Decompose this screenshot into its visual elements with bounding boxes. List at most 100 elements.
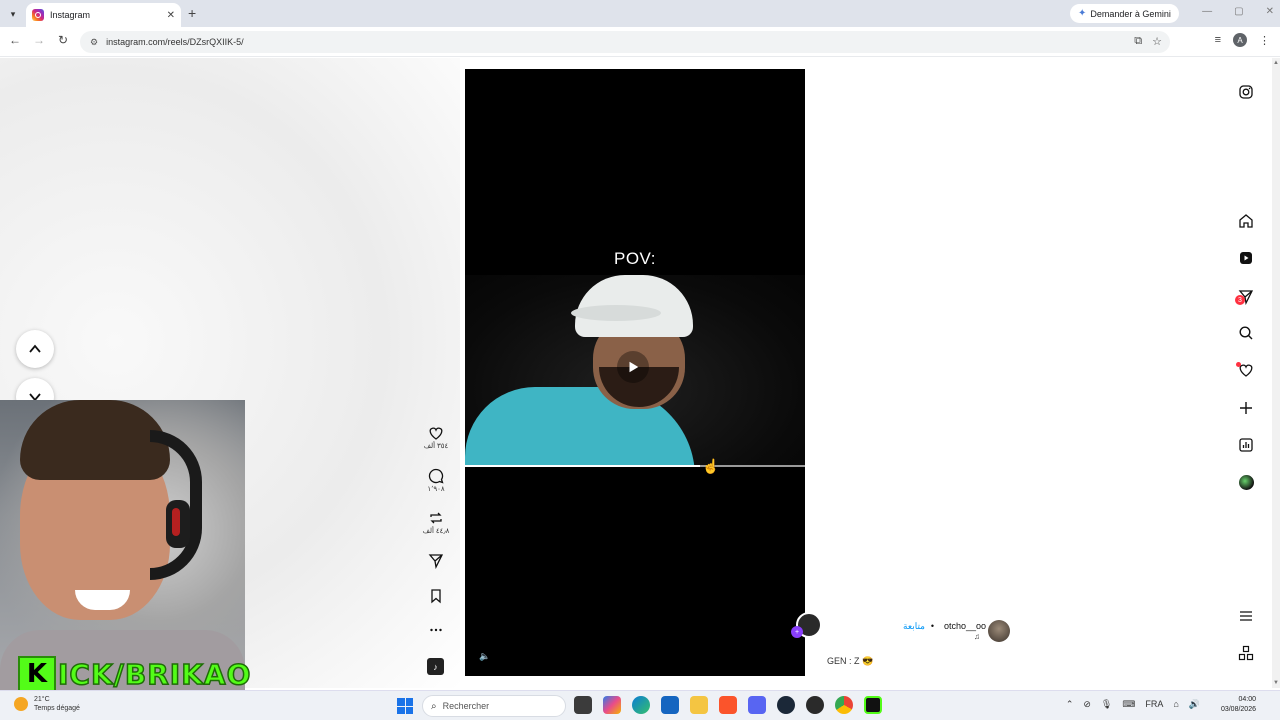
- search-icon: [1239, 326, 1253, 340]
- play-button[interactable]: [617, 351, 649, 383]
- site-info-icon[interactable]: ⚙: [90, 37, 98, 48]
- menu-kebab-icon[interactable]: ⋮: [1259, 34, 1270, 47]
- steam-icon[interactable]: [777, 696, 795, 714]
- nav-reels[interactable]: [1236, 248, 1256, 268]
- app-gear-icon[interactable]: [806, 696, 824, 714]
- tray-volume-icon[interactable]: 🔊: [1189, 699, 1200, 710]
- comment-action[interactable]: ١٬٩٠٨: [420, 468, 452, 493]
- notifications-dot: [1236, 362, 1241, 367]
- save-action[interactable]: [420, 588, 452, 604]
- streamer-webcam: [0, 400, 245, 690]
- previous-reel-button[interactable]: [16, 330, 54, 368]
- tray-language[interactable]: FRA: [1145, 699, 1163, 710]
- video-overlay-text: POV:: [614, 249, 656, 268]
- more-options-action[interactable]: [420, 622, 452, 638]
- author-username[interactable]: otcho__oo: [944, 621, 986, 631]
- author-avatar[interactable]: [988, 620, 1010, 642]
- store-icon[interactable]: [661, 696, 679, 714]
- install-app-icon[interactable]: ⧉: [1134, 35, 1142, 48]
- chrome-icon[interactable]: [835, 696, 853, 714]
- minimize-icon[interactable]: —: [1202, 6, 1212, 17]
- reading-list-icon[interactable]: ≡: [1215, 34, 1221, 46]
- page-scrollbar[interactable]: ▲ ▼: [1272, 58, 1280, 688]
- nav-dashboard[interactable]: [1236, 435, 1256, 455]
- new-tab-button[interactable]: +: [188, 5, 196, 21]
- browser-tab-instagram[interactable]: Instagram ✕: [26, 3, 181, 27]
- like-count: ٣٥٤ ألف: [423, 443, 449, 450]
- heart-icon: [429, 427, 443, 440]
- taskbar-search[interactable]: ⌕ Rechercher: [422, 695, 566, 717]
- video-progress-fill: [465, 465, 700, 467]
- tray-mic-icon[interactable]: 🎙: [1101, 699, 1112, 710]
- bookmark-icon: [431, 589, 441, 604]
- clock-date: 03/08/2026: [1220, 706, 1256, 713]
- nav-home[interactable]: [1236, 211, 1256, 231]
- mute-toggle-icon[interactable]: 🔈: [479, 651, 490, 662]
- task-view-icon[interactable]: [574, 696, 592, 714]
- nav-create[interactable]: [1236, 398, 1256, 418]
- instagram-right-nav: 3: [1235, 0, 1256, 720]
- nav-notifications[interactable]: [1236, 360, 1256, 380]
- play-icon: [629, 361, 639, 373]
- address-bar[interactable]: ⚙ instagram.com/reels/DZsrQXIIK-5/ ⧉ ☆: [80, 31, 1170, 53]
- kick-channel-text: ICK/BRIKAO: [57, 657, 252, 692]
- ask-gemini-button[interactable]: ✦ Demander à Gemini: [1070, 4, 1179, 23]
- nav-messages[interactable]: 3: [1235, 287, 1256, 307]
- nav-search[interactable]: [1236, 323, 1256, 343]
- taskbar-search-placeholder: Rechercher: [442, 701, 490, 711]
- weather-sun-icon: [14, 697, 28, 711]
- scroll-down-arrow-icon[interactable]: ▼: [1273, 680, 1279, 686]
- follow-button[interactable]: متابعة: [903, 621, 925, 632]
- bookmark-star-icon[interactable]: ☆: [1152, 35, 1162, 48]
- headset-earcup: [166, 500, 190, 548]
- author-add-icon[interactable]: +: [791, 626, 803, 638]
- repost-count: ٤٤٫٨ ألف: [422, 528, 450, 535]
- edge-icon[interactable]: [632, 696, 650, 714]
- reel-video[interactable]: POV: 🔈: [465, 69, 805, 676]
- tab-close-icon[interactable]: ✕: [167, 10, 175, 21]
- back-icon[interactable]: ←: [6, 33, 24, 47]
- taskbar-clock[interactable]: 04:00 03/08/2026: [1221, 695, 1256, 715]
- repost-action[interactable]: ٤٤٫٨ ألف: [420, 510, 452, 535]
- copilot-icon[interactable]: [603, 696, 621, 714]
- plus-icon: [1240, 402, 1252, 414]
- hamburger-menu-icon: [1240, 611, 1252, 621]
- reload-icon[interactable]: ↻: [54, 33, 72, 47]
- original-audio-thumbnail[interactable]: ♪: [427, 658, 444, 675]
- tray-keyboard-icon[interactable]: ⌨: [1122, 699, 1135, 710]
- discord-icon[interactable]: [748, 696, 766, 714]
- nav-profile[interactable]: [1236, 472, 1256, 492]
- windows-start-icon[interactable]: [397, 698, 413, 714]
- tray-network-icon[interactable]: ⊘: [1083, 699, 1091, 710]
- nav-more-menu[interactable]: [1236, 606, 1256, 626]
- video-progress-bar[interactable]: [465, 465, 805, 467]
- brave-icon[interactable]: [719, 696, 737, 714]
- music-note-icon: ♫: [974, 632, 980, 641]
- like-action[interactable]: ٣٥٤ ألف: [420, 425, 452, 450]
- close-window-icon[interactable]: ✕: [1266, 6, 1274, 17]
- nav-also-from-meta[interactable]: [1236, 643, 1256, 663]
- profile-avatar-icon: [1238, 474, 1254, 490]
- omnibox-actions: ⧉ ☆: [1134, 35, 1162, 48]
- browser-toolbar: ← → ↻ ⚙ instagram.com/reels/DZsrQXIIK-5/…: [0, 27, 1280, 57]
- kick-app-icon[interactable]: [864, 696, 882, 714]
- comment-count: ١٬٩٠٨: [427, 486, 445, 493]
- instagram-logo-icon: [1239, 85, 1253, 99]
- tab-search-icon[interactable]: ▾: [5, 6, 21, 22]
- nav-instagram-logo[interactable]: [1236, 82, 1256, 102]
- tray-chevron-up-icon[interactable]: ⌃: [1066, 699, 1074, 710]
- video-frame: [465, 275, 805, 465]
- tray-wifi-icon[interactable]: ⌂: [1173, 699, 1178, 710]
- kick-channel-banner: K ICK/BRIKAO: [18, 656, 251, 692]
- forward-icon[interactable]: →: [30, 33, 48, 47]
- tab-title: Instagram: [50, 10, 91, 20]
- taskbar-search-icon: ⌕: [431, 700, 437, 712]
- weather-widget[interactable]: 21°C Temps dégagé: [14, 695, 80, 713]
- reel-caption: GEN : Z 😎: [827, 656, 874, 666]
- author-separator: •: [930, 621, 934, 631]
- share-action[interactable]: [420, 553, 452, 569]
- file-explorer-icon[interactable]: [690, 696, 708, 714]
- scroll-up-arrow-icon[interactable]: ▲: [1273, 60, 1279, 66]
- send-icon: [428, 554, 444, 569]
- taskbar-apps: [574, 696, 882, 714]
